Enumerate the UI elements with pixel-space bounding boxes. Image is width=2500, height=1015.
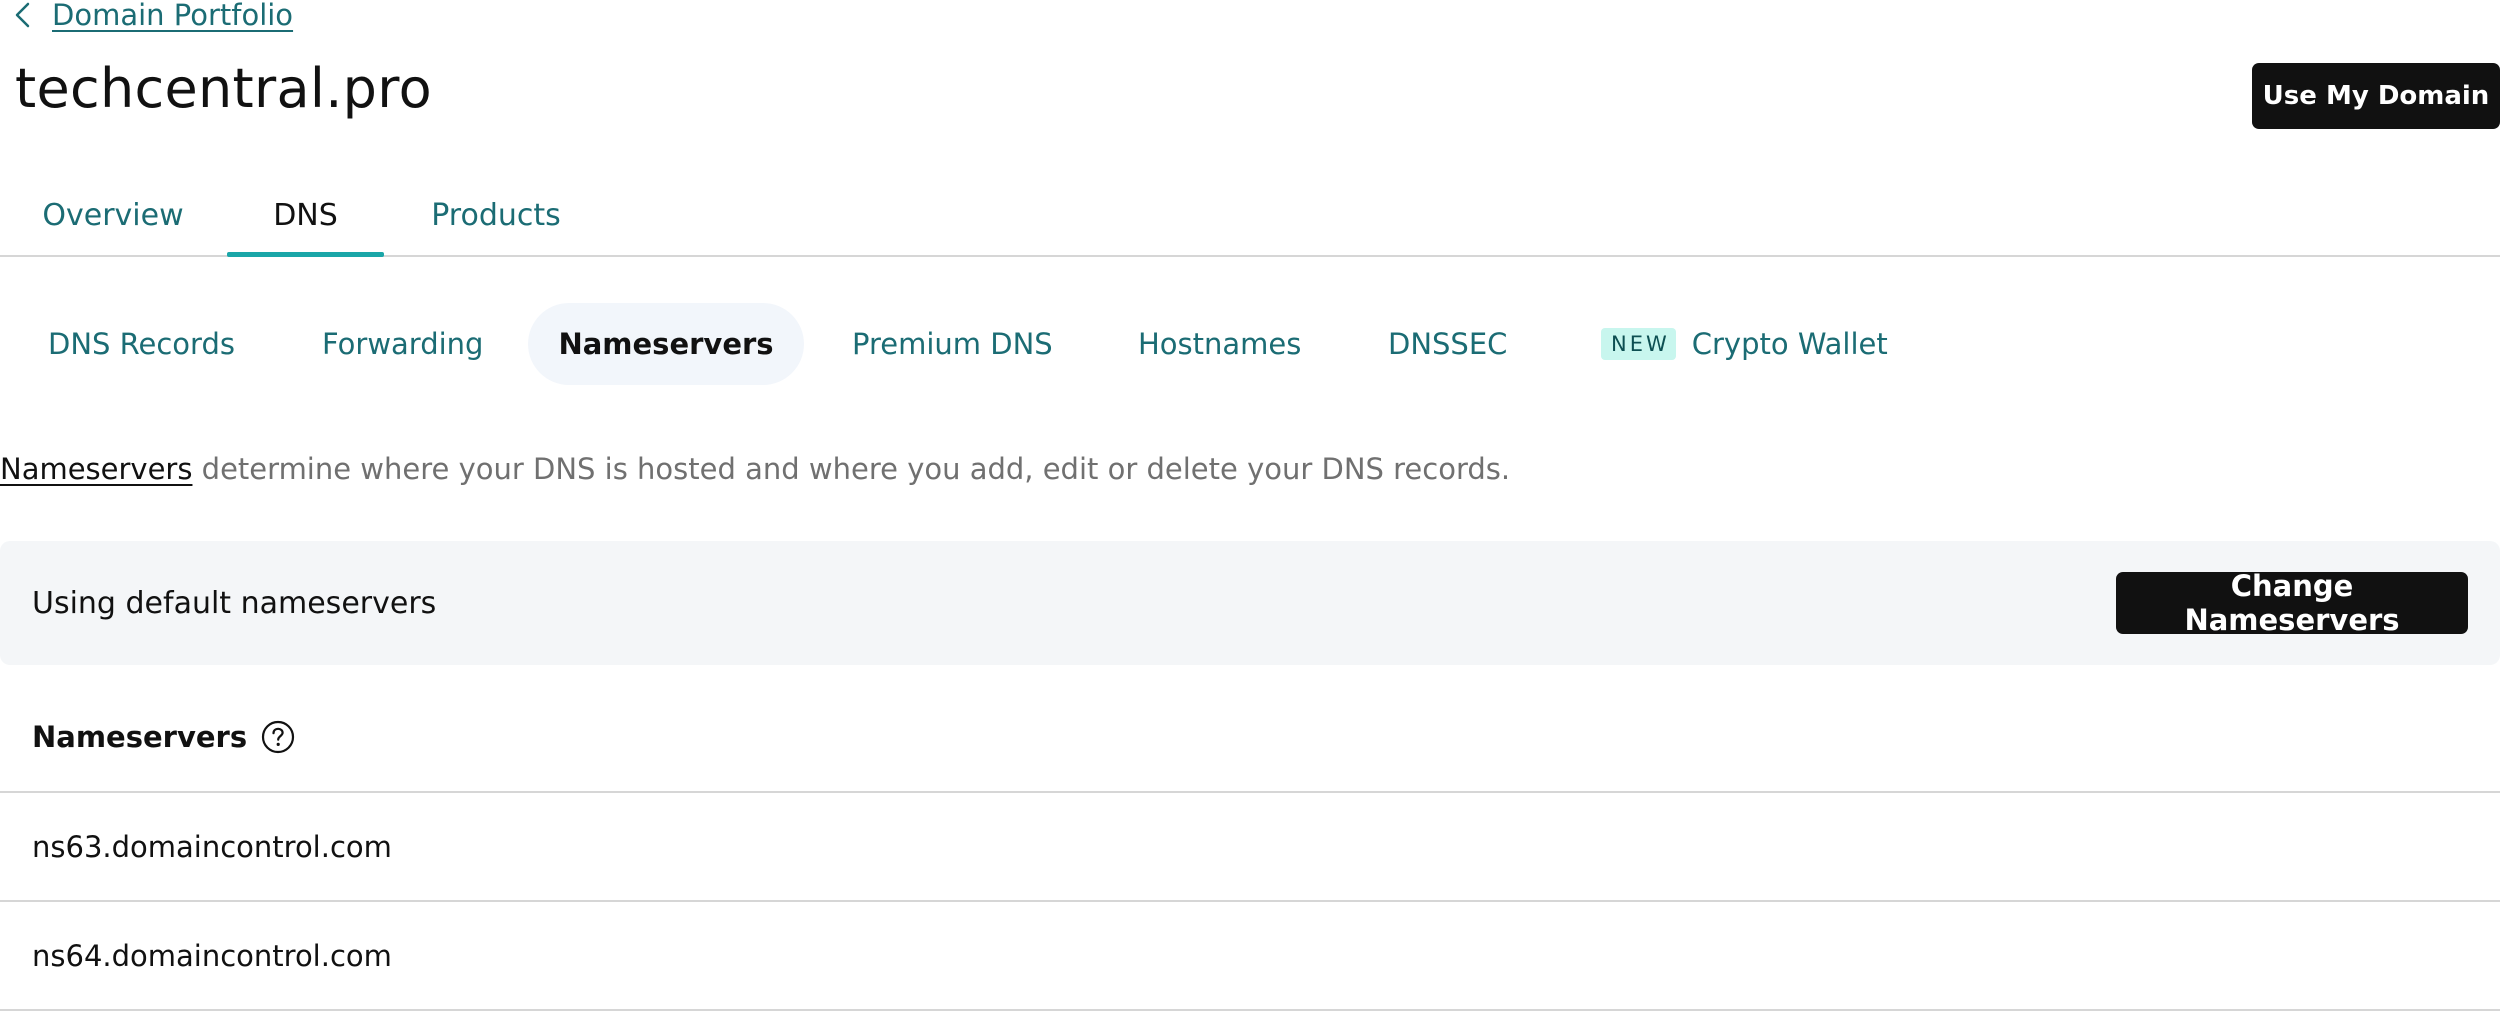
subtab-hostnames[interactable]: Hostnames [1138, 303, 1301, 385]
subtab-dnssec[interactable]: DNSSEC [1388, 303, 1507, 385]
subtab-crypto-wallet-label: Crypto Wallet [1691, 327, 1888, 361]
subtab-forwarding[interactable]: Forwarding [322, 303, 483, 385]
primary-tabs: Overview DNS Products [0, 175, 2500, 257]
nameserver-row: ns63.domaincontrol.com [0, 793, 2500, 902]
subtab-crypto-wallet[interactable]: NEW Crypto Wallet [1601, 303, 1888, 385]
nameserver-status-panel: Using default nameservers Change Nameser… [0, 541, 2500, 665]
nameservers-header-label: Nameservers [32, 720, 248, 754]
use-my-domain-button[interactable]: Use My Domain [2252, 63, 2500, 129]
breadcrumb-domain-portfolio-link[interactable]: Domain Portfolio [52, 0, 293, 32]
nameservers-header: Nameservers [32, 712, 295, 762]
subtab-premium-dns[interactable]: Premium DNS [852, 303, 1053, 385]
nameservers-help-link[interactable]: Nameservers [0, 452, 192, 486]
page-title: techcentral.pro [15, 57, 432, 120]
dns-subtabs: DNS Records Forwarding Nameservers Premi… [0, 303, 2500, 385]
chevron-left-icon[interactable] [14, 2, 32, 28]
intro-text: determine where your DNS is hosted and w… [192, 452, 1511, 486]
new-badge: NEW [1601, 328, 1676, 360]
change-nameservers-button[interactable]: Change Nameservers [2116, 569, 2468, 637]
breadcrumb: Domain Portfolio [14, 0, 293, 32]
subtab-dns-records[interactable]: DNS Records [48, 303, 235, 385]
subtab-nameservers[interactable]: Nameservers [528, 303, 804, 385]
tab-products[interactable]: Products [431, 175, 561, 255]
tab-dns[interactable]: DNS [227, 175, 384, 257]
nameservers-list: ns63.domaincontrol.com ns64.domaincontro… [0, 791, 2500, 1011]
question-circle-icon[interactable] [261, 720, 295, 754]
status-text: Using default nameservers [32, 585, 437, 621]
dns-nameservers-page: Domain Portfolio techcentral.pro Use My … [0, 0, 2500, 1015]
nameserver-row: ns64.domaincontrol.com [0, 902, 2500, 1011]
tab-overview[interactable]: Overview [42, 175, 183, 255]
nameservers-intro: Nameservers determine where your DNS is … [0, 452, 1510, 486]
